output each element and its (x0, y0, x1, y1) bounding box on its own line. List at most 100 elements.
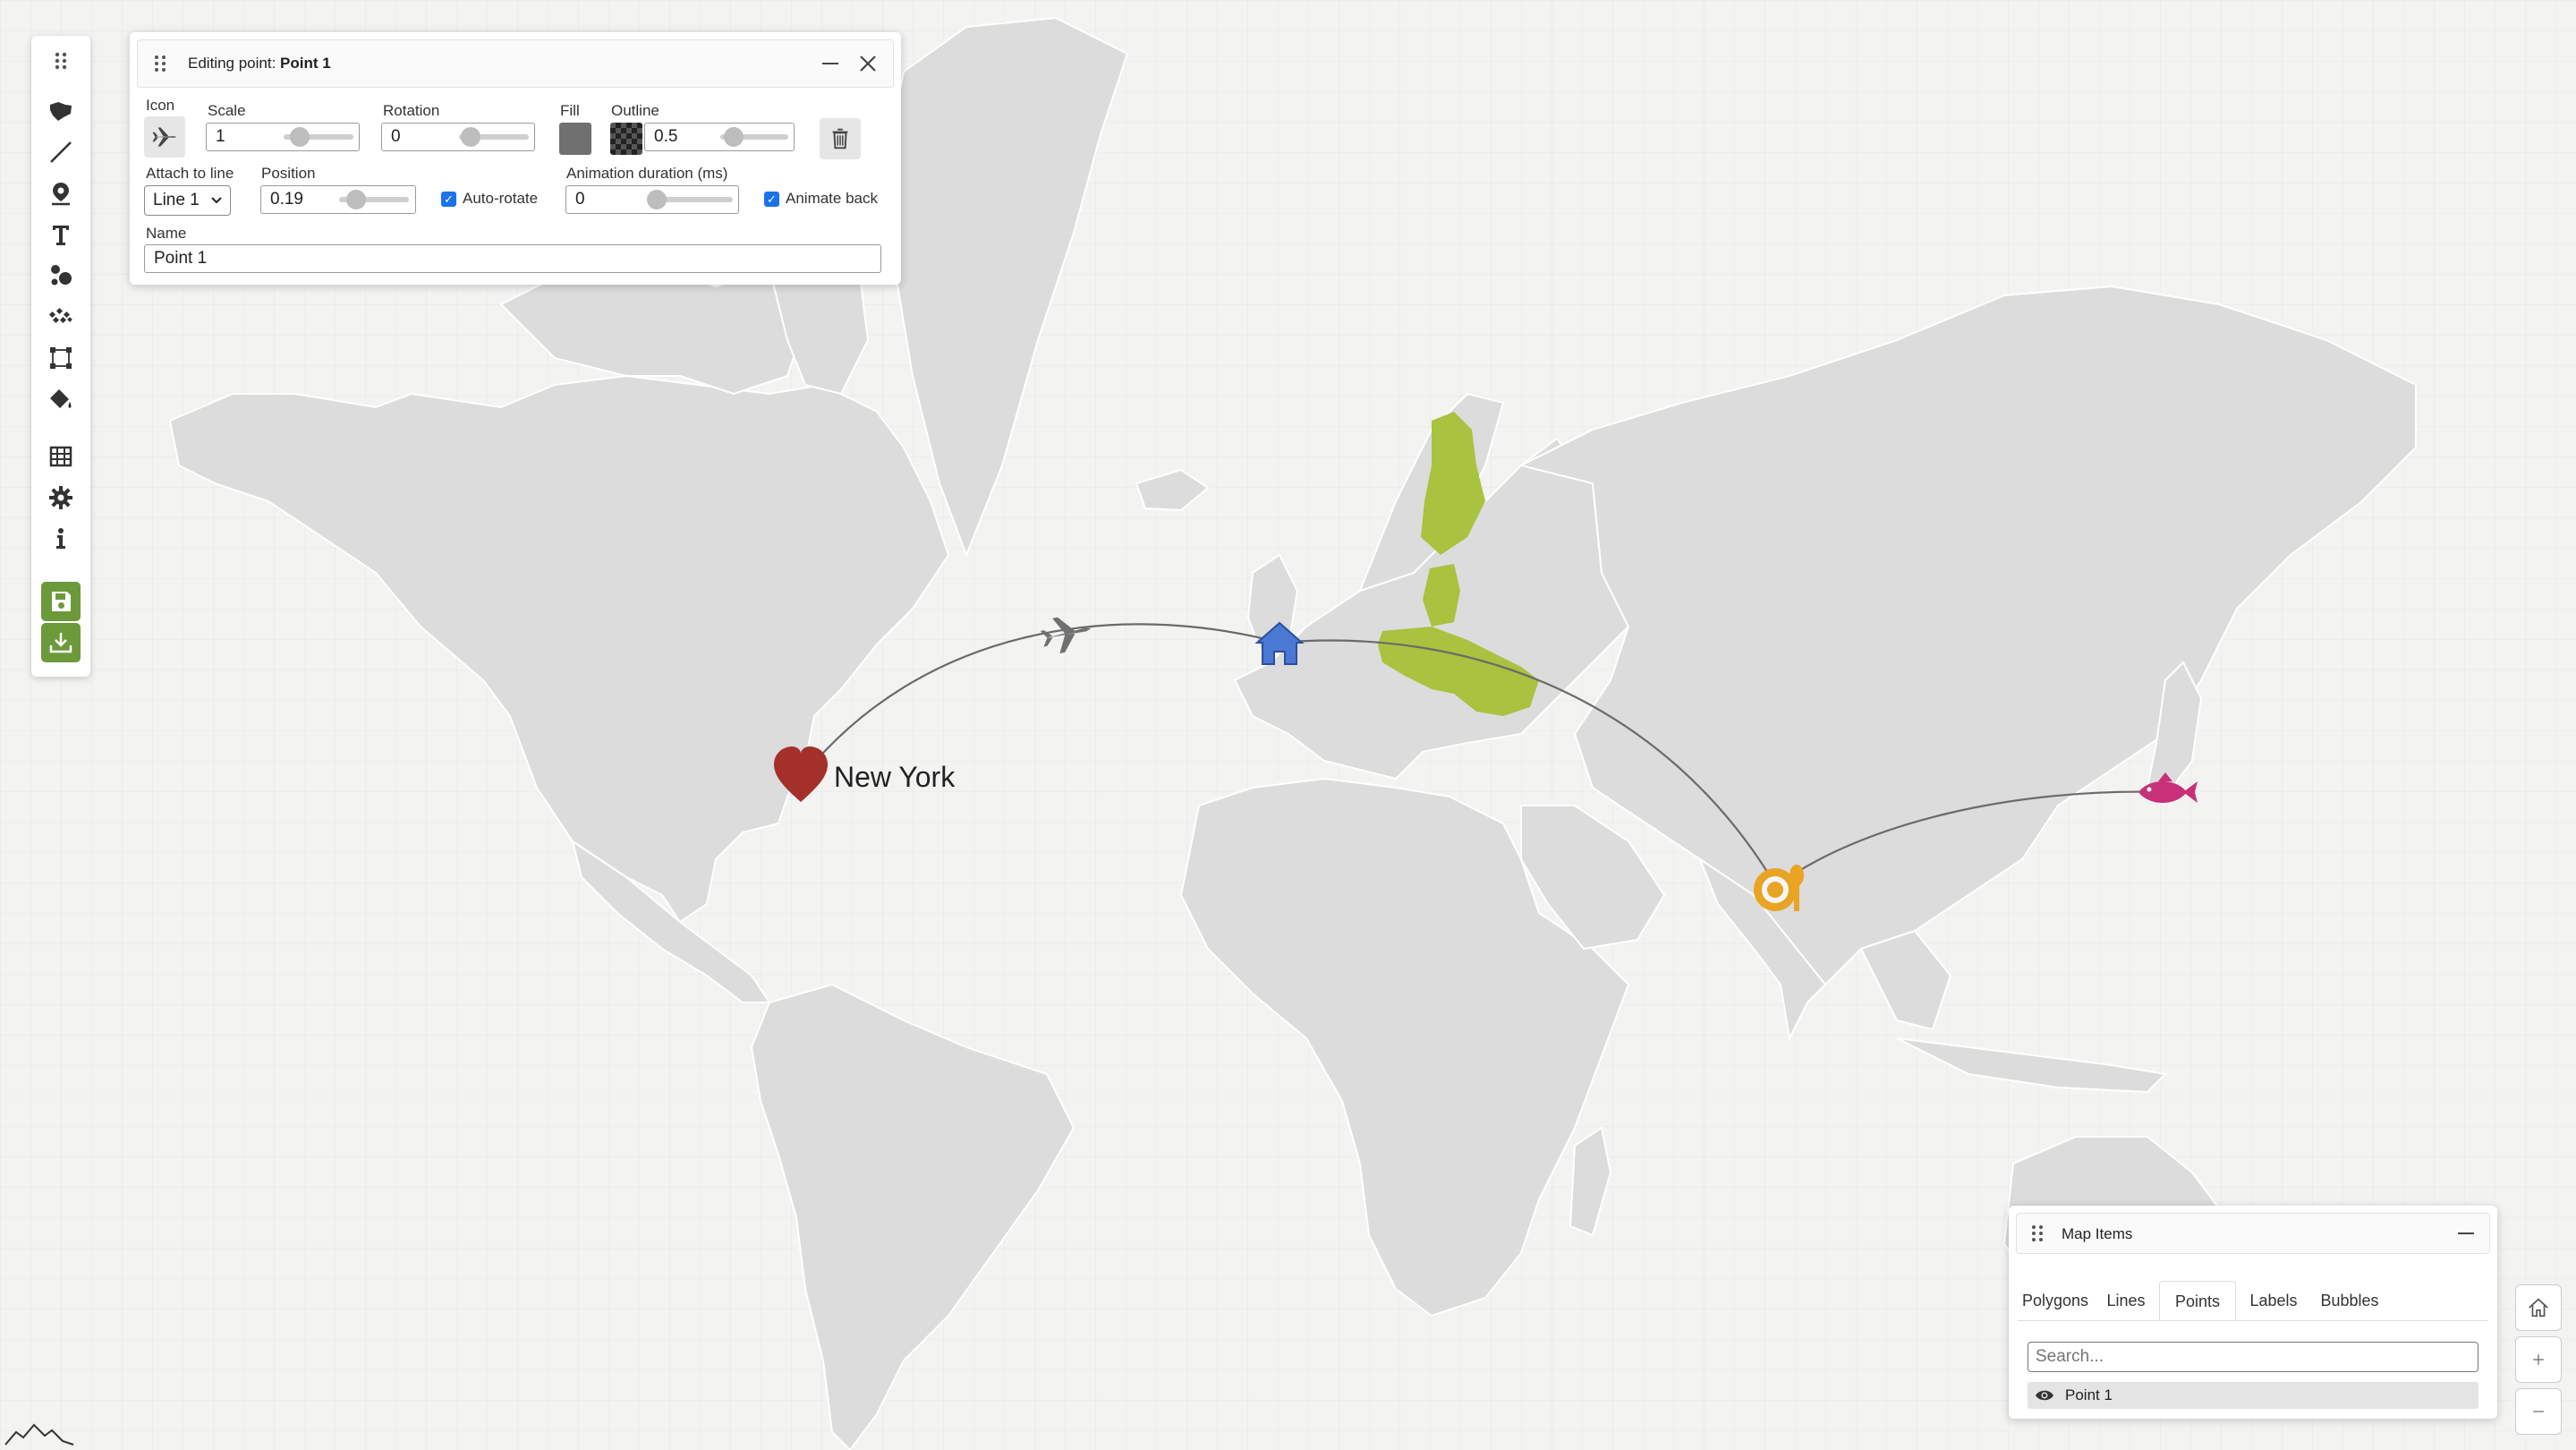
download-icon (49, 633, 72, 653)
home-button[interactable] (2515, 1284, 2562, 1331)
line-tool[interactable] (41, 132, 81, 172)
duration-slider-thumb[interactable] (647, 190, 667, 209)
animateback-label[interactable]: Animate back (786, 190, 878, 208)
save-button[interactable] (41, 582, 81, 621)
new-york-label[interactable]: New York (834, 761, 955, 794)
fill-tool[interactable] (41, 380, 81, 419)
attach-line-select[interactable]: Line 1 (144, 185, 231, 216)
close-icon[interactable] (854, 49, 882, 78)
name-label: Name (146, 225, 187, 242)
greenland (884, 16, 1129, 558)
drag-handle-icon[interactable] (2028, 1223, 2047, 1244)
point-tool[interactable] (41, 174, 81, 213)
chevron-down-icon (211, 197, 222, 204)
table-tool[interactable] (41, 437, 81, 476)
animateback-checkbox[interactable]: ✓ (764, 192, 779, 207)
download-button[interactable] (41, 623, 81, 662)
text-tool[interactable] (41, 215, 81, 254)
toolbar-drag-handle[interactable] (41, 41, 81, 81)
bubble-icon (51, 265, 72, 286)
icon-picker-button[interactable] (144, 116, 185, 158)
toolbar (31, 36, 90, 677)
transform-icon (50, 347, 72, 369)
rotation-slider-thumb[interactable] (461, 127, 480, 147)
settings-tool[interactable] (41, 478, 81, 517)
transform-tool[interactable] (41, 338, 81, 378)
tab-lines[interactable]: Lines (2096, 1281, 2155, 1320)
scale-label: Scale (208, 102, 246, 119)
rotation-value: 0 (391, 127, 401, 146)
southeast-asia (1859, 929, 1952, 1031)
outline-color-swatch[interactable] (610, 123, 642, 155)
map-items-header[interactable]: Map Items (2016, 1213, 2490, 1254)
tab-polygons[interactable]: Polygons (2018, 1281, 2093, 1320)
south-america (750, 983, 1075, 1450)
gear-icon (49, 486, 72, 509)
madagascar (1569, 1126, 1612, 1237)
rotation-label: Rotation (383, 102, 440, 119)
autorotate-checkbox[interactable]: ✓ (441, 192, 456, 207)
scale-slider-thumb[interactable] (290, 127, 310, 147)
minimize-icon[interactable] (2452, 1219, 2480, 1248)
list-item[interactable]: Point 1 (2028, 1382, 2478, 1409)
position-label: Position (261, 165, 316, 182)
map-items-title: Map Items (2062, 1225, 2133, 1242)
info-tool[interactable] (41, 519, 81, 559)
outline-slider-thumb[interactable] (724, 127, 744, 147)
drag-handle-icon (55, 52, 67, 70)
name-field[interactable]: Point 1 (144, 244, 881, 273)
map-items-tabs: Polygons Lines Points Labels Bubbles (2018, 1281, 2488, 1321)
fill-label: Fill (560, 102, 580, 119)
search-input[interactable] (2028, 1342, 2478, 1372)
tab-points[interactable]: Points (2159, 1281, 2236, 1320)
polygon-icon (50, 102, 72, 121)
position-slider-thumb[interactable] (346, 190, 366, 209)
fill-bucket-icon (50, 389, 72, 408)
tab-labels[interactable]: Labels (2240, 1281, 2308, 1320)
save-icon (52, 592, 71, 611)
title-point-name: Point 1 (280, 55, 331, 72)
tab-bubbles[interactable]: Bubbles (2311, 1281, 2388, 1320)
airplane-marker[interactable] (1038, 611, 1094, 657)
text-icon (53, 226, 69, 245)
home-icon (2529, 1298, 2548, 1318)
attach-label: Attach to line (146, 165, 234, 182)
info-icon (56, 528, 65, 549)
airplane-icon (152, 127, 177, 147)
pattern-icon (48, 307, 72, 324)
icon-label: Icon (146, 97, 175, 114)
mountain-logo-icon (4, 1423, 74, 1446)
table-icon (49, 446, 72, 467)
drag-handle-icon[interactable] (150, 53, 170, 74)
outline-label: Outline (611, 102, 659, 119)
edit-panel-header[interactable]: Editing point: Point 1 (137, 39, 894, 88)
minus-icon (2533, 1411, 2544, 1412)
outline-value: 0.5 (654, 127, 678, 146)
line-icon (50, 141, 72, 163)
point-icon (52, 183, 70, 206)
polygon-tool[interactable] (41, 91, 81, 131)
autorotate-label[interactable]: Auto-rotate (463, 190, 538, 208)
eye-icon[interactable] (2035, 1388, 2054, 1403)
delete-button[interactable] (820, 118, 861, 159)
position-value: 0.19 (270, 190, 303, 209)
list-item-name: Point 1 (2065, 1386, 2113, 1403)
fill-color-swatch[interactable] (559, 123, 591, 155)
bubble-tool[interactable] (41, 256, 81, 295)
map-items-panel: Map Items Polygons Lines Points Labels B… (2009, 1206, 2497, 1419)
duration-label: Animation duration (ms) (566, 165, 728, 182)
pattern-tool[interactable] (41, 297, 81, 337)
title-prefix: Editing point: (188, 55, 281, 72)
zoom-out-button[interactable] (2515, 1388, 2562, 1435)
attach-line-value: Line 1 (153, 191, 200, 209)
plus-icon (2533, 1354, 2544, 1365)
edit-point-panel: Editing point: Point 1 Icon Scale 1 Rota… (130, 32, 901, 285)
edit-panel-title: Editing point: Point 1 (188, 55, 331, 72)
fish-marker[interactable] (2138, 772, 2198, 803)
zoom-in-button[interactable] (2515, 1336, 2562, 1383)
north-america (168, 374, 950, 924)
duration-value: 0 (575, 190, 585, 209)
name-value: Point 1 (154, 249, 208, 268)
indonesia (1896, 1037, 2168, 1094)
minimize-icon[interactable] (816, 49, 845, 78)
